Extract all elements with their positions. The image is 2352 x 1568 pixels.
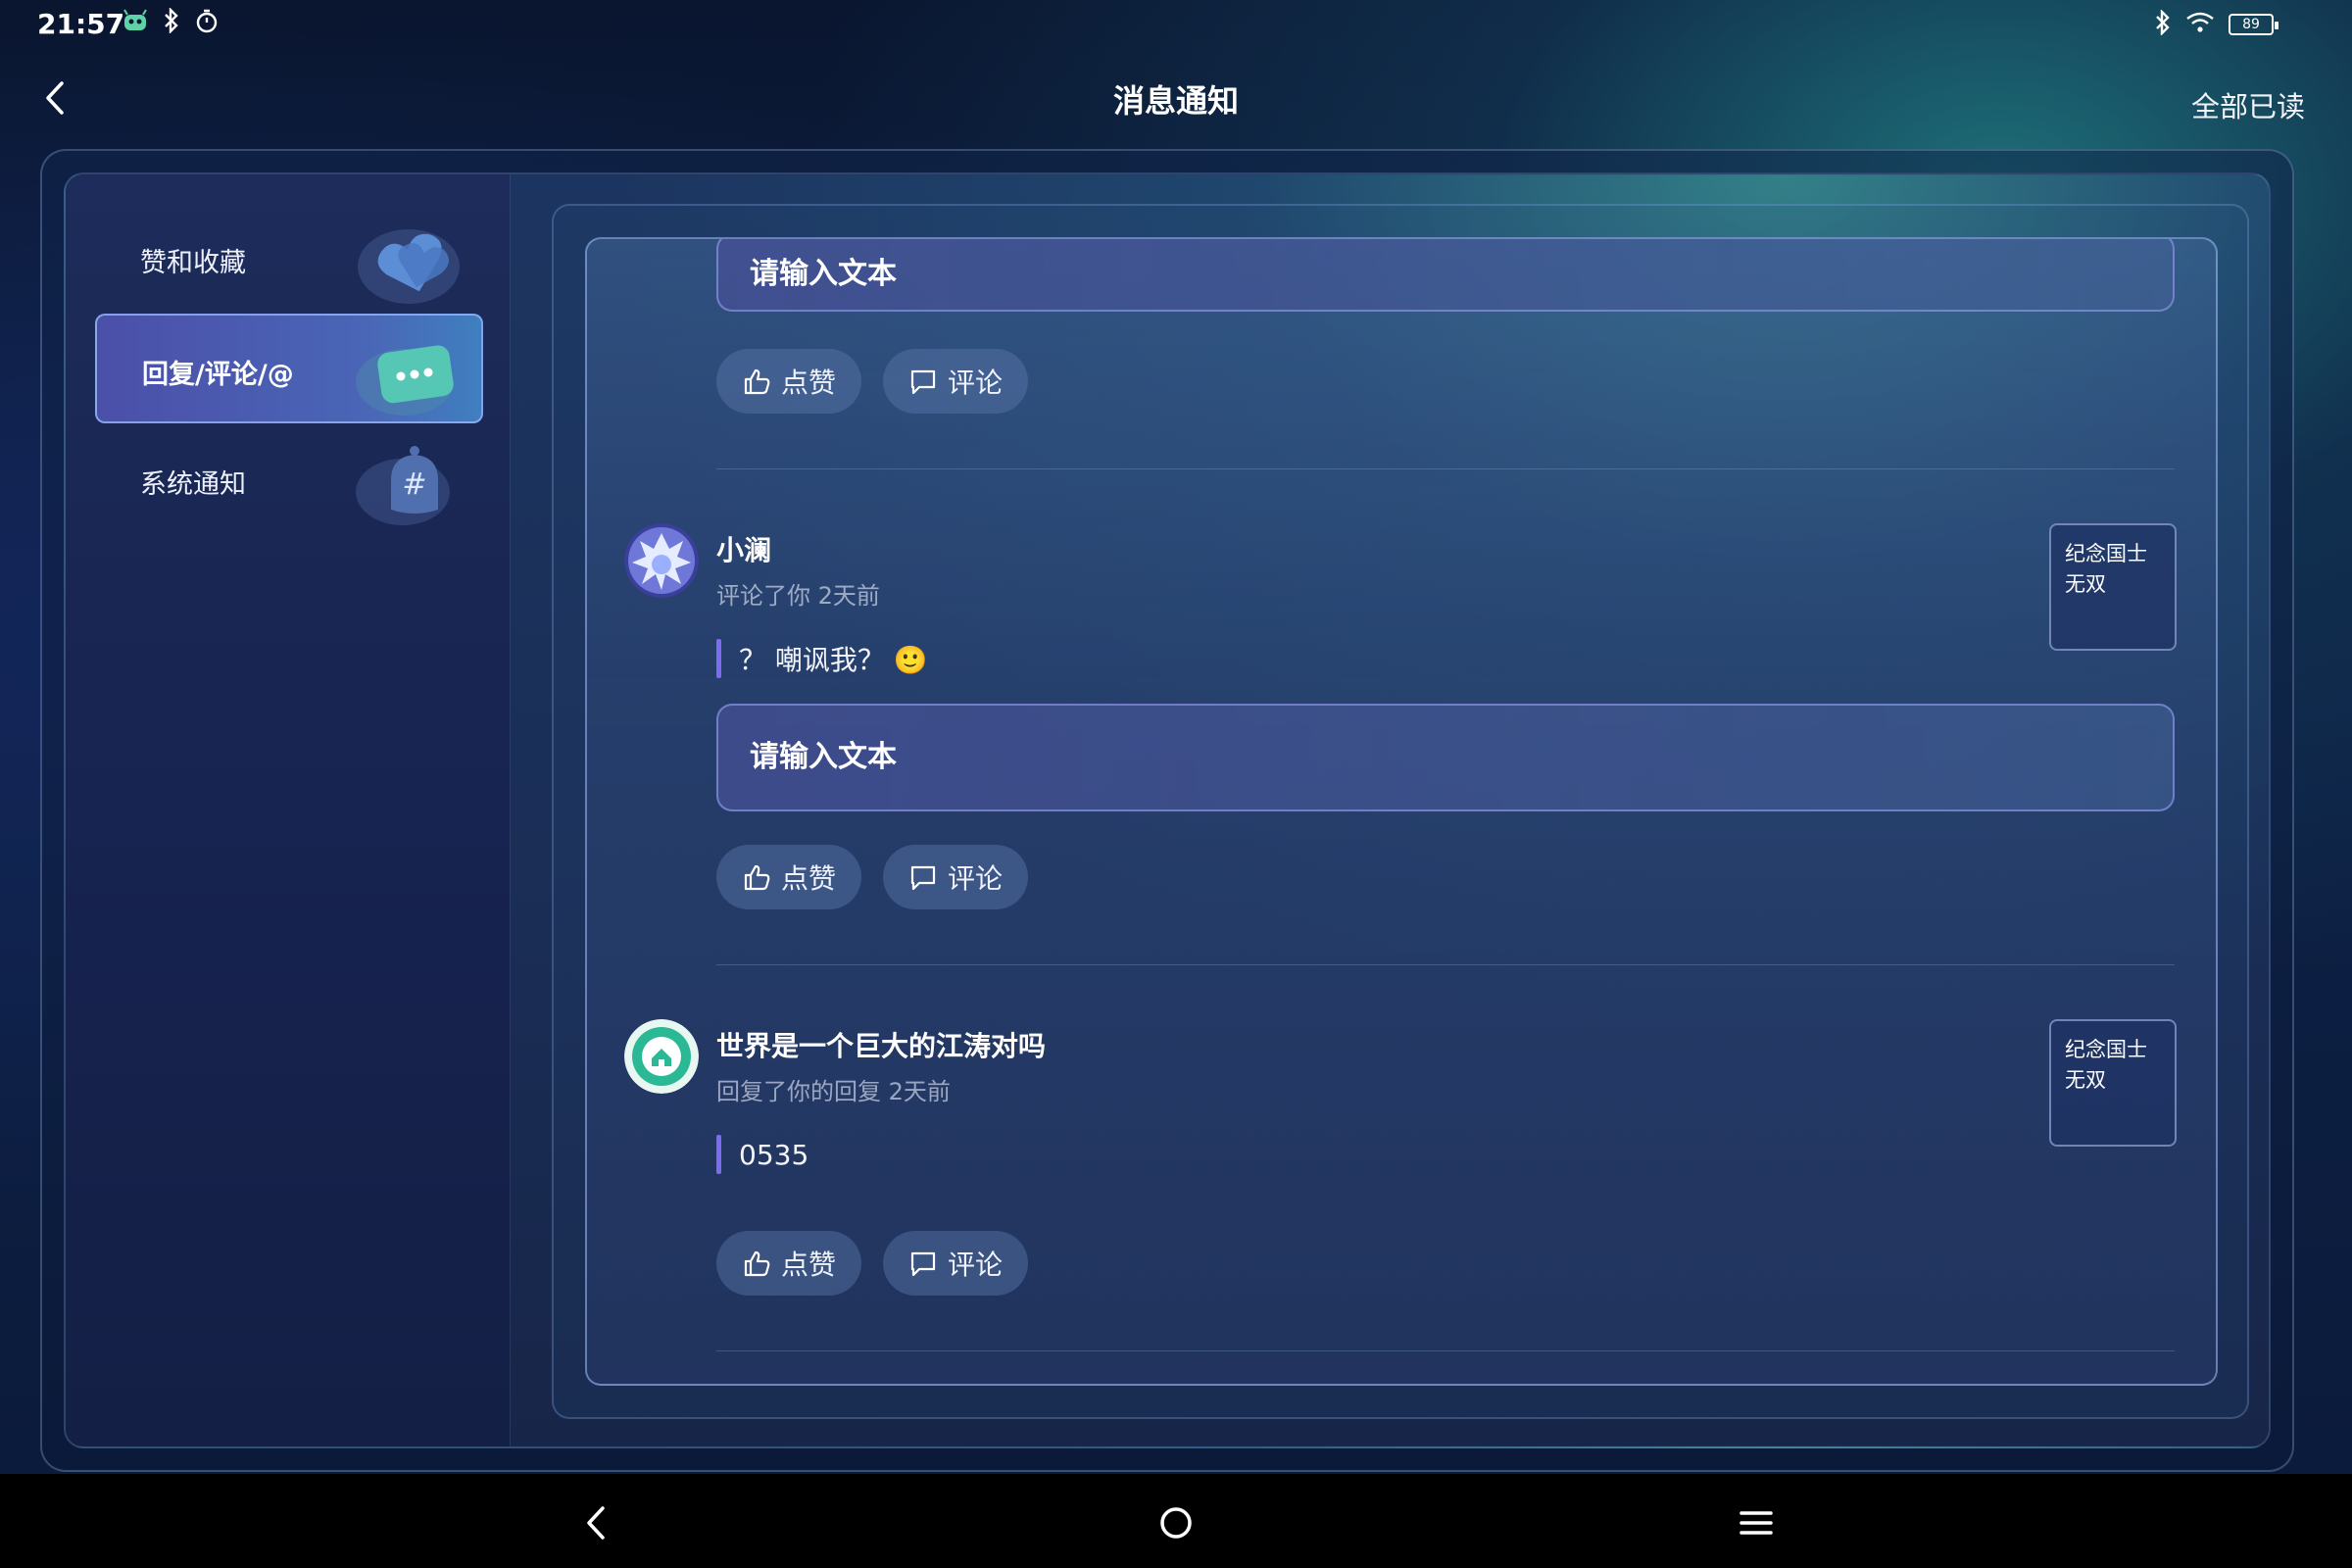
reply-input[interactable]: 请输入文本: [716, 704, 2175, 811]
comment-button[interactable]: 评论: [883, 349, 1029, 414]
message-meta: 回复了你的回复 2天前: [716, 1078, 951, 1105]
nav-back-button[interactable]: [572, 1499, 619, 1546]
nav-home-button[interactable]: [1152, 1499, 1200, 1546]
wifi-icon: [2185, 11, 2215, 38]
user-name[interactable]: 世界是一个巨大的江涛对吗: [716, 1025, 1046, 1064]
thumbs-up-icon: [744, 864, 770, 891]
like-button[interactable]: 点赞: [716, 349, 862, 414]
bluetooth-icon: [2154, 9, 2172, 39]
inner-panel: 赞和收藏 回复/评论/@ 系统通知 # 请输入文本 点赞 评论 小澜 评论了你 …: [64, 172, 2271, 1448]
svg-text:#: #: [402, 467, 426, 502]
thumbs-up-icon: [744, 368, 770, 395]
home-circle-icon: [1160, 1507, 1192, 1539]
app-notification-icon: [122, 9, 149, 36]
like-label: 点赞: [781, 1249, 837, 1281]
heart-icon: [358, 229, 460, 304]
comment-label: 评论: [948, 1249, 1004, 1281]
status-left-icons: [122, 7, 220, 37]
sidebar-item-replies[interactable]: 回复/评论/@: [95, 314, 483, 423]
sidebar: 赞和收藏 回复/评论/@ 系统通知 #: [66, 174, 511, 1446]
sidebar-item-system[interactable]: 系统通知 #: [95, 425, 483, 535]
comment-button[interactable]: 评论: [883, 845, 1029, 909]
chevron-left-icon: [587, 1506, 605, 1540]
quote-bar: [716, 639, 721, 678]
original-post-card[interactable]: 纪念国士无双: [2049, 1019, 2177, 1147]
sidebar-item-label: 赞和收藏: [140, 248, 246, 278]
menu-icon: [1740, 1511, 1773, 1535]
avatar[interactable]: [624, 1019, 699, 1094]
battery-icon: 89: [2229, 14, 2278, 35]
chat-bubble-icon: [356, 345, 454, 416]
original-post-card[interactable]: 纪念国士无双: [2049, 523, 2177, 651]
quote-bar: [716, 1135, 721, 1174]
divider: [716, 1350, 2175, 1351]
action-row: 点赞 评论: [716, 349, 1029, 414]
message-list[interactable]: 请输入文本 点赞 评论 小澜 评论了你 2天前 ？ 嘲讽我？ 🙂 纪念国士无双 …: [585, 237, 2218, 1386]
comment-button[interactable]: 评论: [883, 1231, 1029, 1296]
like-button[interactable]: 点赞: [716, 845, 862, 909]
divider: [716, 468, 2175, 469]
status-bar: 21:57 89: [0, 0, 2352, 51]
sidebar-item-label: 系统通知: [140, 469, 246, 500]
comment-icon: [910, 865, 936, 891]
message-meta: 评论了你 2天前: [716, 582, 880, 610]
like-button[interactable]: 点赞: [716, 1231, 862, 1296]
comment-text: ？ 嘲讽我？ 🙂: [716, 639, 928, 678]
sidebar-item-label: 回复/评论/@: [142, 360, 294, 390]
comment-label: 评论: [948, 862, 1004, 895]
nav-menu-button[interactable]: [1733, 1499, 1780, 1546]
avatar-image: [624, 1019, 699, 1094]
like-label: 点赞: [781, 862, 837, 895]
comment-content: 0535: [739, 1138, 809, 1171]
like-label: 点赞: [781, 367, 837, 399]
thumbs-up-icon: [744, 1250, 770, 1277]
comment-icon: [910, 369, 936, 395]
page-title: 消息通知: [1112, 82, 1239, 120]
action-row: 点赞 评论: [716, 1231, 1029, 1296]
main-frame: 赞和收藏 回复/评论/@ 系统通知 # 请输入文本 点赞 评论 小澜 评论了你 …: [40, 149, 2294, 1472]
comment-text: 0535: [716, 1135, 808, 1174]
reply-input[interactable]: 请输入文本: [716, 239, 2175, 312]
user-name[interactable]: 小澜: [716, 529, 771, 568]
status-right-icons: 89: [2154, 9, 2278, 39]
bluetooth-icon: [163, 7, 180, 37]
header: 消息通知 全部已读: [0, 63, 2352, 131]
comment-icon: [910, 1251, 936, 1277]
action-row: 点赞 评论: [716, 845, 1029, 909]
sidebar-item-likes[interactable]: 赞和收藏: [95, 204, 483, 314]
bell-icon: #: [356, 446, 450, 525]
mark-all-read-button[interactable]: 全部已读: [2191, 84, 2305, 125]
divider: [716, 964, 2175, 965]
avatar[interactable]: [624, 523, 699, 598]
avatar-image: [624, 523, 699, 598]
content-area: 请输入文本 点赞 评论 小澜 评论了你 2天前 ？ 嘲讽我？ 🙂 纪念国士无双 …: [552, 204, 2249, 1419]
comment-content: ？ 嘲讽我？ 🙂: [739, 644, 928, 676]
comment-label: 评论: [948, 367, 1004, 399]
navigation-bar: [0, 1474, 2352, 1568]
timer-icon: [194, 8, 220, 37]
status-time: 21:57: [37, 8, 125, 40]
